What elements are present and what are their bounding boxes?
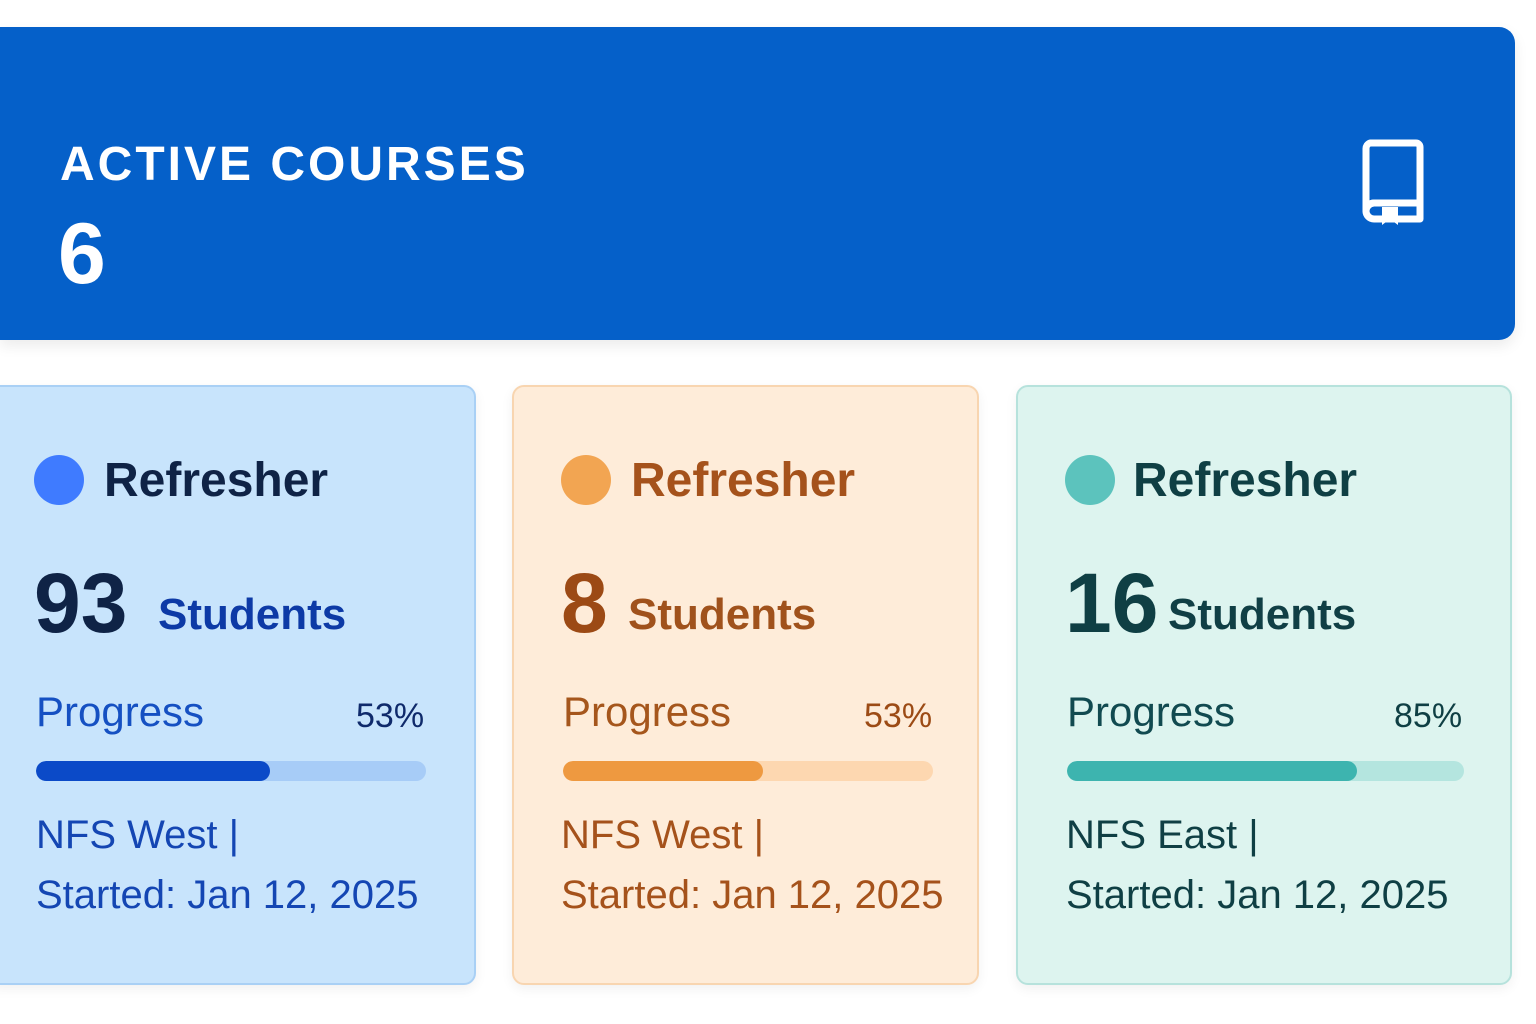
progress-track	[563, 761, 933, 781]
students-count: 93	[34, 556, 128, 650]
students-label: Students	[628, 590, 817, 639]
course-start-date: Started: Jan 12, 2025	[1066, 873, 1449, 917]
course-card[interactable]: Refresher 16 Students Progress 85% NFS E…	[1016, 385, 1512, 985]
active-courses-count: 6	[58, 206, 106, 302]
course-title: Refresher	[631, 454, 856, 507]
progress-percent: 53%	[864, 697, 933, 735]
status-dot	[561, 455, 611, 505]
status-dot	[1065, 455, 1115, 505]
course-card[interactable]: Refresher 93 Students Progress 53% NFS W…	[0, 385, 476, 985]
progress-label: Progress	[563, 688, 732, 735]
course-card[interactable]: Refresher 8 Students Progress 53% NFS We…	[512, 385, 979, 985]
students-label: Students	[158, 590, 347, 639]
course-title: Refresher	[104, 454, 329, 507]
progress-percent: 85%	[1394, 697, 1463, 735]
active-courses-banner[interactable]: ACTIVE COURSES 6	[0, 27, 1515, 340]
progress-label: Progress	[36, 688, 205, 735]
course-title: Refresher	[1133, 454, 1358, 507]
course-location: NFS West |	[36, 813, 240, 857]
banner-title: ACTIVE COURSES	[60, 138, 529, 191]
students-count: 8	[561, 556, 608, 650]
dashboard-page: ACTIVE COURSES 6 Refresher 93 Students P…	[0, 0, 1536, 1024]
progress-label: Progress	[1067, 688, 1236, 735]
course-start-date: Started: Jan 12, 2025	[561, 873, 944, 917]
progress-fill	[1067, 761, 1357, 781]
course-start-date: Started: Jan 12, 2025	[36, 873, 419, 917]
progress-fill	[563, 761, 763, 781]
book-icon	[1362, 139, 1424, 225]
progress-fill	[36, 761, 270, 781]
course-location: NFS West |	[561, 813, 765, 857]
progress-percent: 53%	[356, 697, 425, 735]
students-label: Students	[1168, 590, 1357, 639]
students-count: 16	[1065, 556, 1159, 650]
course-location: NFS East |	[1066, 813, 1259, 857]
progress-track	[1067, 761, 1464, 781]
status-dot	[34, 455, 84, 505]
progress-track	[36, 761, 426, 781]
